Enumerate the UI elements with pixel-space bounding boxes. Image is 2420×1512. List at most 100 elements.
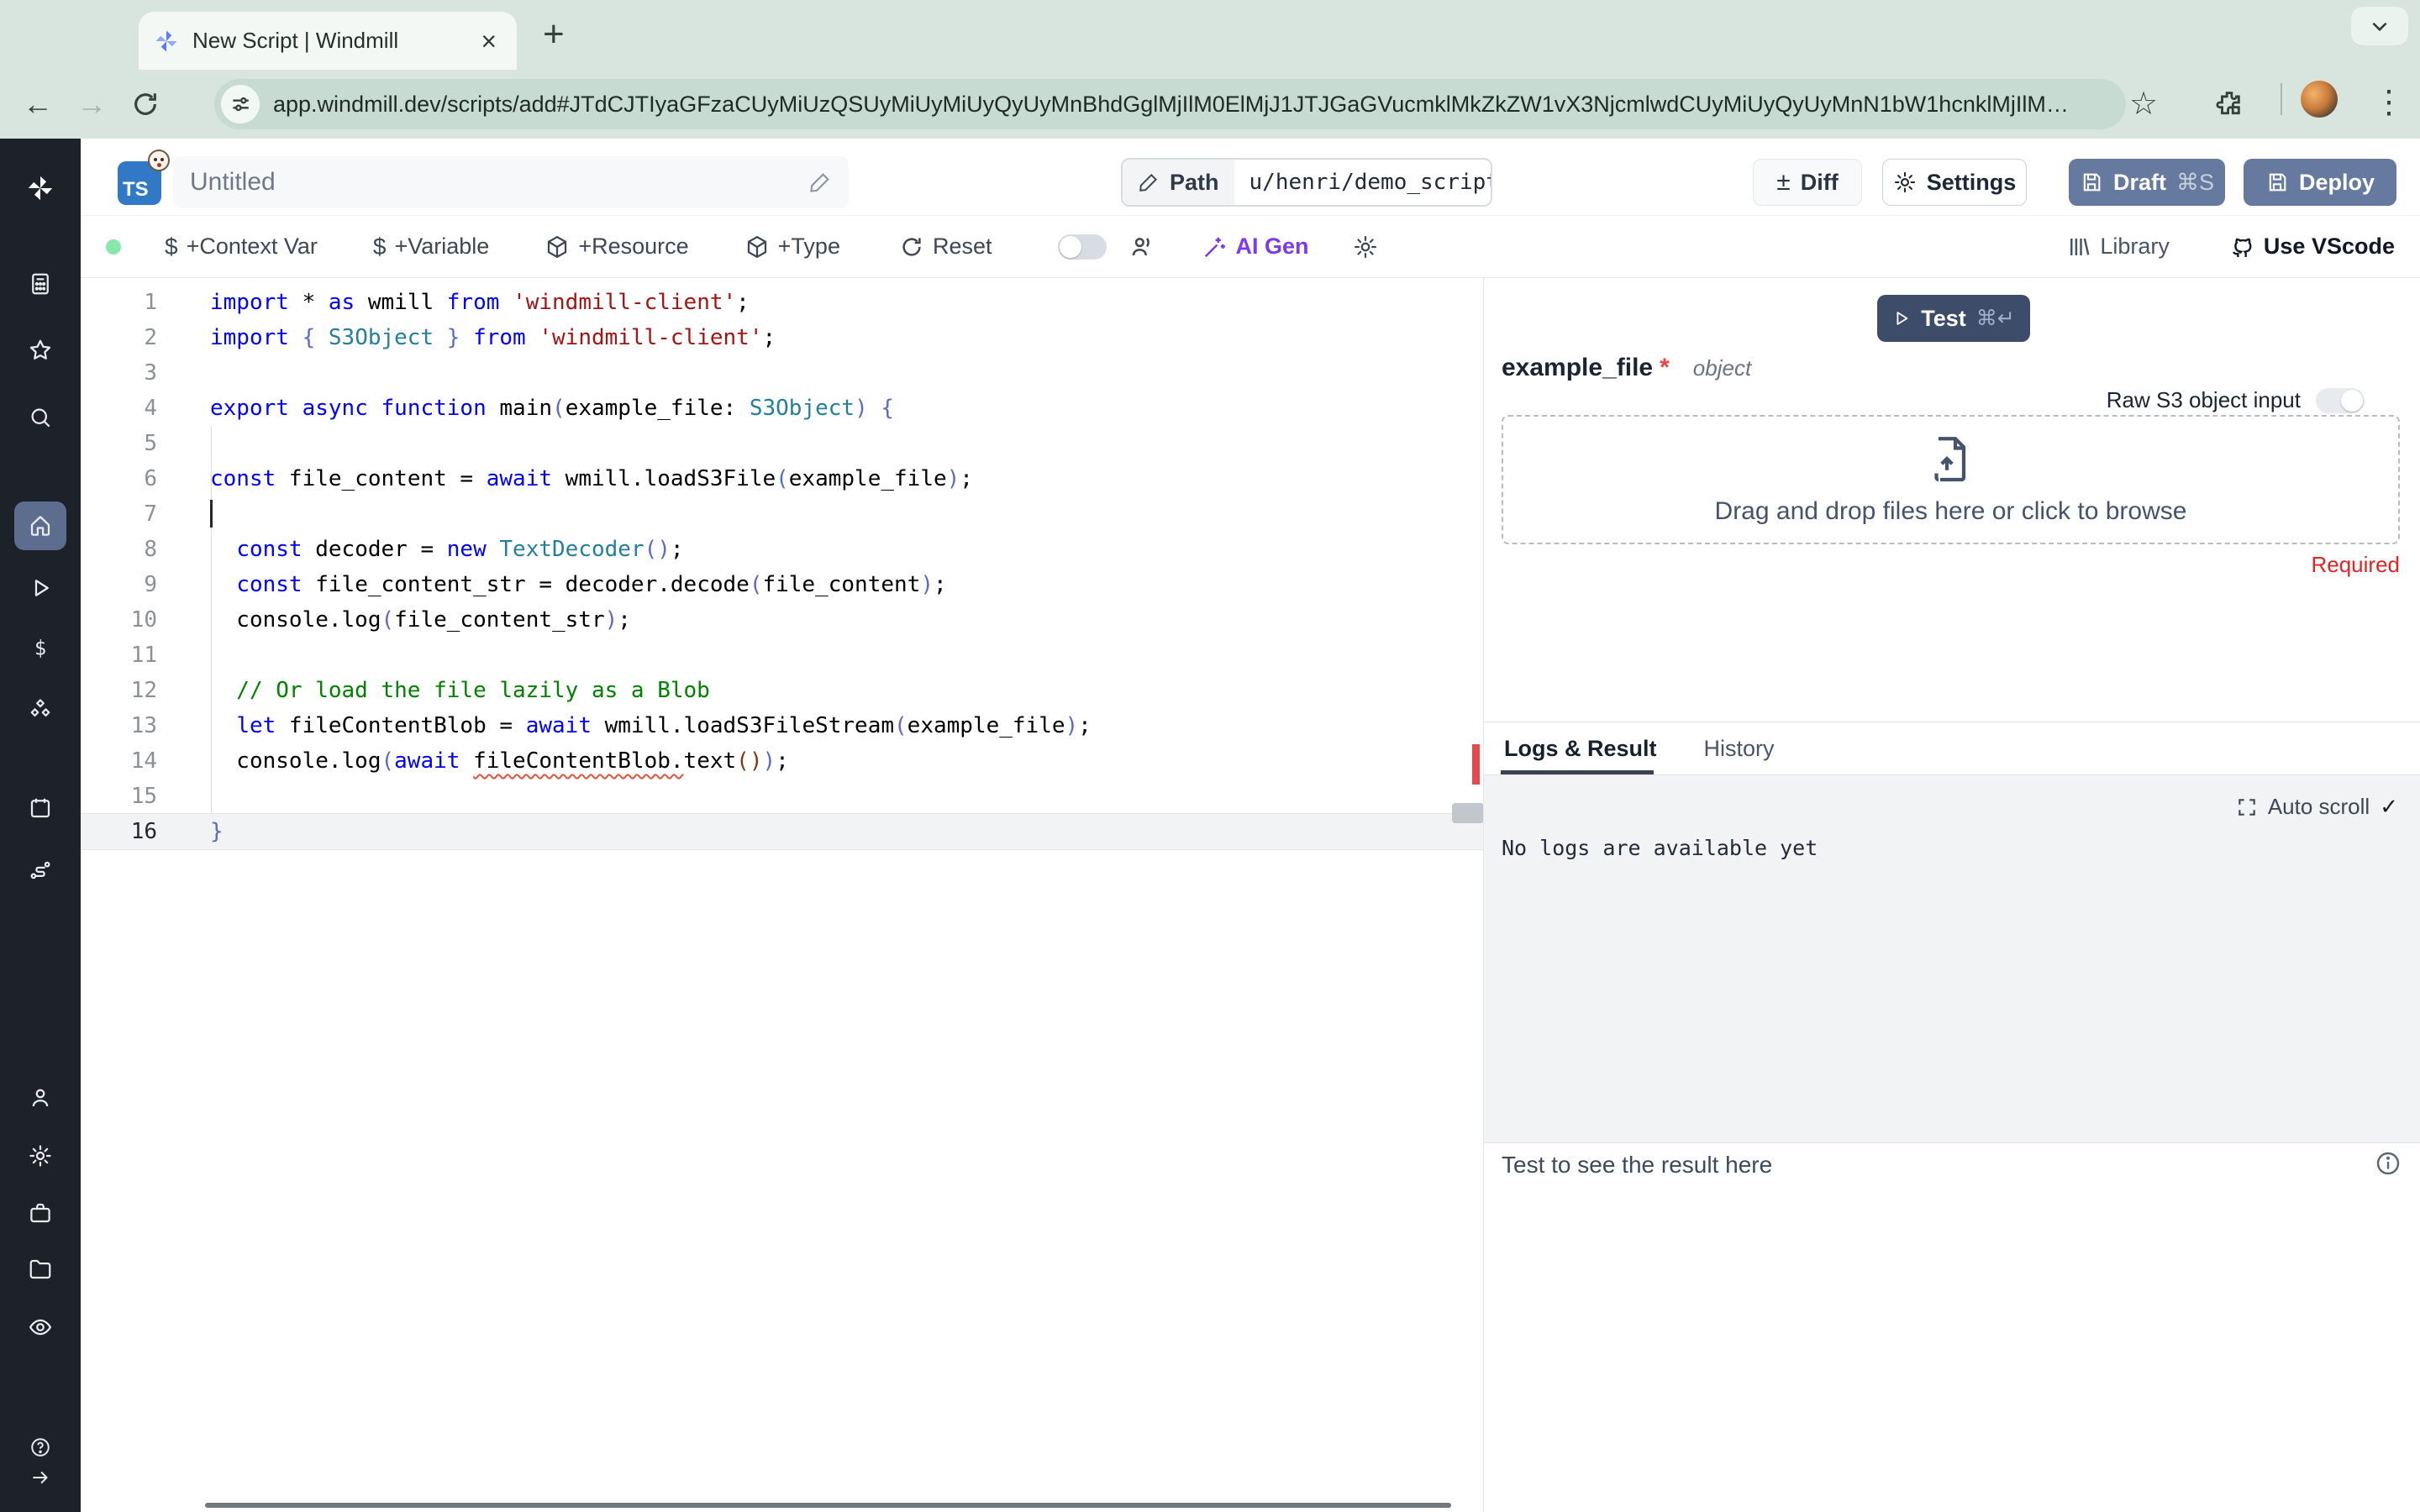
sidebar-item-collapse-arrow[interactable] [29,1467,51,1488]
dollar-icon: $ [165,233,178,260]
profile-avatar[interactable] [2301,81,2338,118]
schedules-icon [30,798,50,818]
sidebar-item-folders[interactable] [28,1257,53,1282]
gear-icon [1354,235,1376,258]
library-button[interactable]: Library [2066,234,2170,260]
raw-s3-toggle[interactable] [2316,387,2365,413]
add-resource-button[interactable]: +Resource [544,234,689,260]
deploy-button[interactable]: Deploy [2244,159,2396,206]
sidebar-item-workers[interactable] [28,1200,53,1226]
code-line-8[interactable]: 8 const decoder = new TextDecoder(); [81,532,1483,567]
line-number: 12 [130,678,157,703]
code-line-13[interactable]: 13 let fileContentBlob = await wmill.loa… [81,708,1483,743]
code-line-10[interactable]: 10 console.log(file_content_str); [81,602,1483,638]
line-number: 1 [144,290,157,315]
code-line-12[interactable]: 12 // Or load the file lazily as a Blob [81,673,1483,708]
dropzone-text: Drag and drop files here or click to bro… [1714,497,2187,525]
sidebar-item-search[interactable] [28,405,53,430]
plus-minus-icon: ± [1776,168,1791,196]
overview-ruler-error-mark [1472,744,1480,785]
reload-button[interactable] [131,90,160,118]
code-line-6[interactable]: 6 const file_content = await wmill.loadS3… [81,461,1483,496]
check-icon: ✓ [2380,794,2398,819]
sidebar-item-star[interactable] [28,338,53,363]
magic-wand-icon [1204,237,1225,257]
code-line-4[interactable]: 4 export async function main(example_file… [81,391,1483,426]
edit-pencil-icon[interactable] [808,171,832,194]
star-icon [29,339,51,360]
sidebar-item-user[interactable] [28,1085,53,1110]
reset-button[interactable]: Reset [899,234,992,260]
sidebar-item-schedules[interactable] [28,795,53,821]
save-draft-button[interactable]: Draft ⌘S [2069,159,2225,206]
auto-scroll-label: Auto scroll [2267,794,2370,819]
diff-mode-toggle[interactable] [1057,234,1107,260]
runs-icon [34,580,49,596]
add-context-var-button[interactable]: $ +Context Var [165,234,318,260]
tab-logs-result[interactable]: Logs & Result [1504,736,1657,762]
tab-history[interactable]: History [1704,736,1775,762]
path-chip[interactable]: Path u/henri/demo_script [1121,158,1492,207]
browser-navbar: ← → app.windmill.dev/scripts/add#JTdCJTI… [0,70,2420,139]
play-icon [1897,312,1908,325]
ai-gen-button[interactable]: AI Gen [1202,234,1309,260]
multiplayer-icon[interactable] [1128,234,1155,260]
ai-gen-label: AI Gen [1235,234,1309,259]
add-variable-button[interactable]: $ +Variable [373,234,489,260]
sidebar-item-audit-logs[interactable] [28,1315,53,1340]
sidebar-item-runs[interactable] [28,575,53,601]
code-line-15[interactable]: 15 [81,779,1483,814]
code-line-9[interactable]: 9 const file_content_str = decoder.decod… [81,567,1483,602]
forward-button[interactable]: → [72,87,111,122]
settings-button[interactable]: Settings [1882,159,2027,206]
tab-search-button[interactable] [2351,7,2408,45]
code-line-5[interactable]: 5 [81,426,1483,461]
sidebar-item-flows[interactable] [28,858,53,883]
user-icon [32,1089,49,1107]
url-text[interactable]: app.windmill.dev/scripts/add#JTdCJTIyaGF… [273,92,2080,118]
auto-scroll-control[interactable]: Auto scroll ✓ [2236,794,2398,820]
gear-icon [1894,171,1915,193]
save-icon [2269,173,2286,192]
sidebar-item-resources[interactable] [28,697,53,722]
browser-tab[interactable]: New Script | Windmill × [139,12,517,70]
tab-close-icon[interactable]: × [476,26,502,56]
draft-label: Draft [2112,169,2166,195]
code-line-3[interactable]: 3 [81,355,1483,391]
add-type-button[interactable]: +Type [744,234,840,260]
info-icon[interactable] [2375,1150,2402,1177]
code-line-16[interactable]: 16} [81,814,1483,849]
extensions-puzzle-icon[interactable] [2215,88,2244,117]
browser-menu-icon[interactable]: ⋮ [2373,83,2405,121]
github-cat-icon [2232,238,2252,257]
code-lines[interactable]: 1 import * as wmill from 'windmill-client… [81,285,1483,849]
new-tab-icon[interactable]: + [543,13,565,55]
back-button[interactable]: ← [18,87,57,122]
script-name-value: Untitled [190,168,276,196]
bookmark-star-icon[interactable]: ☆ [2129,85,2158,123]
url-bar[interactable]: app.windmill.dev/scripts/add#JTdCJTIyaGF… [214,79,2126,129]
diff-button[interactable]: ± Diff [1753,159,1862,206]
sidebar-item-variables[interactable]: $ [28,636,53,661]
sidebar-item-help[interactable] [29,1436,51,1458]
sidebar-item-settings[interactable] [28,1143,53,1168]
sidebar-item-apps[interactable] [28,271,53,297]
code-line-2[interactable]: 2 import { S3Object } from 'windmill-clie… [81,320,1483,355]
code-line-11[interactable]: 11 [81,638,1483,673]
test-button[interactable]: Test ⌘↵ [1877,295,2030,342]
home-icon [30,516,50,536]
script-name-field[interactable]: Untitled [173,156,849,208]
file-dropzone[interactable]: Drag and drop files here or click to bro… [1502,415,2400,544]
code-line-7[interactable]: 7 [81,496,1483,532]
use-vscode-button[interactable]: Use VScode [2228,234,2395,260]
horizontal-scrollbar[interactable] [205,1503,1451,1508]
site-info-button[interactable] [221,85,260,123]
editor-settings-button[interactable] [1353,234,1378,260]
code-line-1[interactable]: 1 import * as wmill from 'windmill-client… [81,285,1483,320]
sidebar-item-home[interactable] [28,513,53,538]
puzzle-icon [2216,92,2240,115]
sidebar-item-windmill-logo[interactable] [26,174,55,202]
code-line-14[interactable]: 14 console.log(await fileContentBlob.tex… [81,743,1483,779]
emoji-badge-icon [148,150,170,171]
raw-s3-label: Raw S3 object input [2106,387,2301,412]
